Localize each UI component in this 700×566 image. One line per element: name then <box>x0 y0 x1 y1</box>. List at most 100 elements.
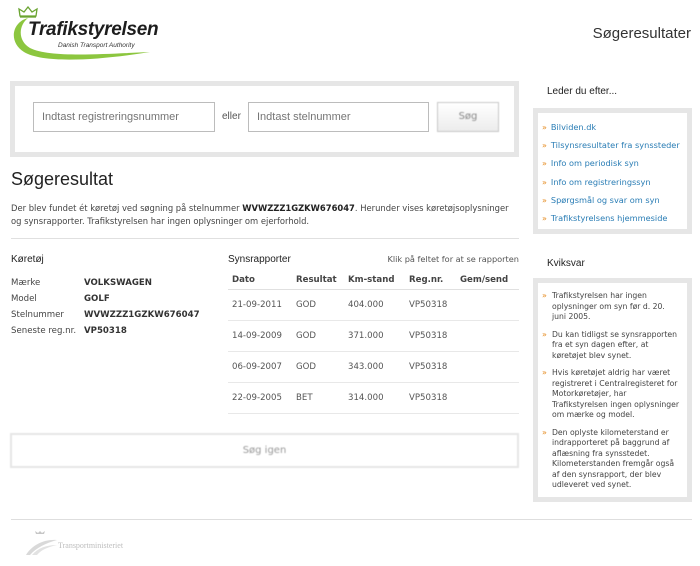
cell-km: 404.000 <box>344 289 405 321</box>
result-intro: Der blev fundet ét køretøj ved søgning p… <box>11 202 519 228</box>
intro-vin: WVWZZZ1GZKW676047 <box>242 203 355 213</box>
kviksvar-text: Du kan tidligst se synsrapporten fra et … <box>552 329 677 360</box>
intro-text-before: Der blev fundet ét køretøj ved søgning p… <box>11 203 243 213</box>
vehicle-label: Seneste reg.nr. <box>11 326 77 336</box>
cell-save[interactable] <box>456 289 519 321</box>
vehicle-row-make: Mærke VOLKSWAGEN <box>11 275 216 291</box>
vehicle-label: Stelnummer <box>11 310 64 320</box>
search-form: eller Søg <box>10 81 519 157</box>
reports-section-title: Synsrapporter <box>228 254 291 265</box>
column-header-save: Gem/send <box>456 271 519 290</box>
link-label: Info om periodisk syn <box>550 158 639 169</box>
arrow-right-icon: » <box>542 123 547 132</box>
sidebar-link-faq[interactable]: » Spørgsmål og svar om syn <box>542 191 687 209</box>
kviksvar-list: » Trafikstyrelsen har ingen oplysninger o… <box>538 283 687 491</box>
sidebar-link-registreringssyn[interactable]: » Info om registreringssyn <box>542 173 687 191</box>
vehicle-row-model: Model GOLF <box>11 291 216 307</box>
search-button[interactable]: Søg <box>437 102 499 132</box>
kviksvar-panel: » Trafikstyrelsen har ingen oplysninger o… <box>533 278 692 502</box>
table-row[interactable]: 22-09-2005 BET 314.000 VP50318 <box>228 382 519 414</box>
arrow-right-icon: » <box>542 195 547 205</box>
column-header-reg: Reg.nr. <box>405 271 456 290</box>
arrow-right-icon: » <box>542 141 547 151</box>
link-label: Bilviden.dk <box>550 122 597 132</box>
arrow-right-icon: » <box>542 291 547 300</box>
arrow-right-icon: » <box>542 159 547 169</box>
table-row[interactable]: 14-09-2009 GOD 371.000 VP50318 <box>228 320 519 352</box>
cell-save[interactable] <box>456 351 519 383</box>
arrow-right-icon: » <box>542 368 547 377</box>
cell-save[interactable] <box>456 382 519 414</box>
search-separator: eller <box>222 111 241 122</box>
links-panel-title: Leder du efter... <box>547 86 618 97</box>
cell-reg: VP50318 <box>405 320 456 352</box>
kviksvar-text: Den oplyste kilometerstand er indrapport… <box>552 427 675 490</box>
ministry-name: Transportministeriet <box>58 541 124 550</box>
page-header-title: Søgeresultater <box>592 25 691 42</box>
page-title: Søgeresultat <box>11 169 114 189</box>
cell-reg: VP50318 <box>405 351 456 383</box>
cell-date: 14-09-2009 <box>228 320 292 352</box>
vehicle-section-title: Køretøj <box>11 254 44 265</box>
cell-result: GOD <box>292 289 344 321</box>
brand-name: Trafikstyrelsen <box>28 19 159 40</box>
header: Trafikstyrelsen Danish Transport Authori… <box>0 0 700 64</box>
cell-km: 371.000 <box>344 320 405 352</box>
vehicle-details: Mærke VOLKSWAGEN Model GOLF Stelnummer WVWZ… <box>11 275 216 339</box>
arrow-right-icon: » <box>542 213 547 223</box>
sidebar-link-bilviden[interactable]: » Bilviden.dk <box>542 118 687 136</box>
cell-km: 314.000 <box>344 382 405 414</box>
reports-hint: Klik på feltet for at se rapporten <box>387 254 519 264</box>
cell-date: 22-09-2005 <box>228 382 292 414</box>
brand-subtitle: Danish Transport Authority <box>58 42 135 49</box>
arrow-right-icon: » <box>542 427 547 437</box>
cell-save[interactable] <box>456 320 519 352</box>
column-header-date: Dato <box>228 271 292 290</box>
arrow-right-icon: » <box>542 177 547 187</box>
registration-number-input[interactable] <box>33 102 215 132</box>
cell-date: 06-09-2007 <box>228 351 292 383</box>
link-label: Tilsynsresultater fra synssteder <box>550 140 680 151</box>
vehicle-row-latest-reg: Seneste reg.nr. VP50318 <box>11 323 216 339</box>
column-header-result: Resultat <box>292 271 344 290</box>
table-row[interactable]: 21-09-2011 GOD 404.000 VP50318 <box>228 289 519 321</box>
search-again-button[interactable]: Søg igen <box>10 433 519 468</box>
vehicle-value: WVWZZZ1GZKW676047 <box>84 310 200 320</box>
reports-table: Dato Resultat Km-stand Reg.nr. Gem/send … <box>228 271 519 414</box>
sidebar-link-periodisk-syn[interactable]: » Info om periodisk syn <box>542 154 687 172</box>
list-item: » Den oplyste kilometerstand er indrappor… <box>542 428 681 491</box>
list-item: » Hvis køretøjet aldrig har været registr… <box>542 368 681 421</box>
link-list: » Bilviden.dk » Tilsynsresultater fra syns… <box>538 113 687 227</box>
link-label: Info om registreringssyn <box>550 176 651 187</box>
vehicle-label: Mærke <box>11 278 41 288</box>
vehicle-value: VOLKSWAGEN <box>84 278 152 288</box>
ministry-emblem-icon <box>26 531 57 555</box>
kviksvar-text: Hvis køretøjet aldrig har været registre… <box>552 368 680 419</box>
table-row[interactable]: 06-09-2007 GOD 343.000 VP50318 <box>228 351 519 383</box>
cell-reg: VP50318 <box>405 289 456 321</box>
list-item: » Trafikstyrelsen har ingen oplysninger o… <box>542 291 681 323</box>
sidebar-link-homepage[interactable]: » Trafikstyrelsens hjemmeside <box>542 209 687 227</box>
cell-km: 343.000 <box>344 351 405 383</box>
vin-input[interactable] <box>248 102 429 132</box>
link-label: Spørgsmål og svar om syn <box>550 194 660 205</box>
kviksvar-text: Trafikstyrelsen har ingen oplysninger om… <box>552 291 665 321</box>
column-header-km: Km-stand <box>344 271 405 290</box>
kviksvar-panel-title: Kviksvar <box>547 258 585 269</box>
cell-result: GOD <box>292 320 344 352</box>
ministry-logo[interactable]: Transportministeriet <box>24 531 164 557</box>
cell-reg: VP50318 <box>405 382 456 414</box>
sidebar-link-tilsynsresultater[interactable]: » Tilsynsresultater fra synssteder <box>542 136 687 154</box>
vehicle-row-vin: Stelnummer WVWZZZ1GZKW676047 <box>11 307 216 323</box>
vehicle-label: Model <box>11 294 37 304</box>
list-item: » Du kan tidligst se synsrapporten fra et… <box>542 330 681 362</box>
arrow-right-icon: » <box>542 329 547 339</box>
footer-divider <box>11 519 692 520</box>
link-label: Trafikstyrelsens hjemmeside <box>550 212 668 223</box>
trafikstyrelsen-logo[interactable]: Trafikstyrelsen Danish Transport Authori… <box>10 6 170 60</box>
cell-result: GOD <box>292 351 344 383</box>
cell-result: BET <box>292 382 344 414</box>
table-header-row: Dato Resultat Km-stand Reg.nr. Gem/send <box>228 271 519 290</box>
divider <box>11 238 519 239</box>
vehicle-value: VP50318 <box>84 326 127 336</box>
